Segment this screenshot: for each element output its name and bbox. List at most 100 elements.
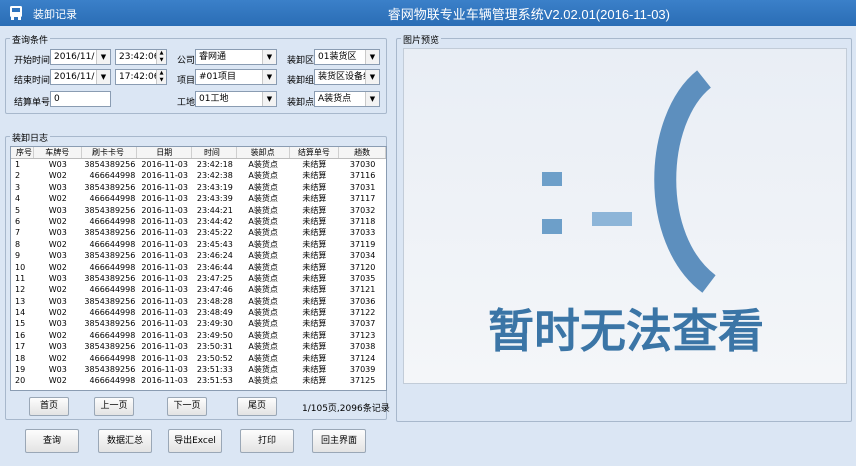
cell-settle: 未结算 xyxy=(302,319,327,329)
table-row[interactable]: 12 W02 466644998 2016-11-03 23:47:46 A装货点 未结算 3… xyxy=(11,284,386,295)
spin-down-icon[interactable]: ▼ xyxy=(157,77,166,84)
query-button[interactable]: 查询 xyxy=(25,429,79,453)
cell-settle: 未结算 xyxy=(302,160,327,169)
team-select[interactable]: 装货区设备组 ▼ xyxy=(314,69,380,85)
export-excel-button[interactable]: 导出Excel xyxy=(168,429,222,453)
table-row[interactable]: 1 W03 3854389256 2016-11-03 23:42:18 A装货点 未结算 3… xyxy=(11,159,386,170)
table-row[interactable]: 10 W02 466644998 2016-11-03 23:46:44 A装货点 未结算 3… xyxy=(11,262,386,273)
point-label: 装卸点 xyxy=(287,98,315,108)
settle-no-input[interactable]: 0 xyxy=(50,91,111,107)
table-row[interactable]: 11 W03 3854389256 2016-11-03 23:47:25 A装货点 未结算… xyxy=(11,273,386,284)
zone-select[interactable]: 01装货区 ▼ xyxy=(314,49,380,65)
point-dropdown-icon[interactable]: ▼ xyxy=(365,92,379,106)
cell-trips: 37036 xyxy=(349,296,376,306)
prev-page-button[interactable]: 上一页 xyxy=(94,397,134,416)
cell-date: 2016-11-03 xyxy=(141,239,188,249)
end-clock-input[interactable]: 17:42:06 ▲ ▼ xyxy=(115,69,167,85)
cell-trips: 37033 xyxy=(349,228,376,238)
zone-dropdown-icon[interactable]: ▼ xyxy=(365,50,379,64)
settle-no-label: 结算单号 xyxy=(14,98,51,108)
cell-plate: W03 xyxy=(48,182,67,192)
last-page-button[interactable]: 尾页 xyxy=(237,397,277,416)
team-dropdown-icon[interactable]: ▼ xyxy=(365,70,379,84)
spin-down-icon[interactable]: ▼ xyxy=(157,57,166,64)
col-header-settle[interactable]: 结算单号 xyxy=(290,147,340,158)
table-row[interactable]: 3 W03 3854389256 2016-11-03 23:43:19 A装货点 未结算 3… xyxy=(11,182,386,193)
table-row[interactable]: 16 W02 466644998 2016-11-03 23:49:50 A装货点 未结算 3… xyxy=(11,330,386,341)
cell-card: 466644998 xyxy=(89,239,136,249)
col-header-plate[interactable]: 车牌号 xyxy=(34,147,82,158)
cell-time: 23:43:39 xyxy=(196,194,233,204)
col-header-point[interactable]: 装卸点 xyxy=(237,147,290,158)
cell-settle: 未结算 xyxy=(302,376,327,386)
cell-card: 3854389256 xyxy=(84,273,136,283)
company-select[interactable]: 睿网通 ▼ xyxy=(195,49,277,65)
cell-seq: 10 xyxy=(15,262,26,272)
first-page-button[interactable]: 首页 xyxy=(29,397,69,416)
table-row[interactable]: 17 W03 3854389256 2016-11-03 23:50:31 A装货点 未结算… xyxy=(11,341,386,352)
cell-seq: 16 xyxy=(15,330,26,340)
home-button[interactable]: 回主界面 xyxy=(312,429,366,453)
cell-settle: 未结算 xyxy=(302,194,327,204)
table-row[interactable]: 18 W02 466644998 2016-11-03 23:50:52 A装货点 未结算 3… xyxy=(11,353,386,364)
start-date-picker[interactable]: 2016/11/ 3 ▼ xyxy=(50,49,111,65)
start-date-dropdown-icon[interactable]: ▼ xyxy=(96,50,110,64)
spin-up-icon[interactable]: ▲ xyxy=(157,70,166,77)
cell-point: A装货点 xyxy=(248,160,278,169)
table-row[interactable]: 9 W03 3854389256 2016-11-03 23:46:24 A装货点 未结算 3… xyxy=(11,250,386,261)
end-date-picker[interactable]: 2016/11/ 4 ▼ xyxy=(50,69,111,85)
table-row[interactable]: 20 W02 466644998 2016-11-03 23:51:53 A装货点 未结算 3… xyxy=(11,375,386,386)
cell-time: 23:46:24 xyxy=(196,251,233,261)
cell-plate: W02 xyxy=(48,285,67,295)
table-row[interactable]: 2 W02 466644998 2016-11-03 23:42:38 A装货点 未结算 37… xyxy=(11,170,386,181)
cell-point: A装货点 xyxy=(248,239,278,249)
image-preview: 暂时无法查看 xyxy=(403,48,847,384)
col-header-date[interactable]: 日期 xyxy=(137,147,193,158)
table-row[interactable]: 15 W03 3854389256 2016-11-03 23:49:30 A装货点 未结算… xyxy=(11,318,386,329)
summary-button[interactable]: 数据汇总 xyxy=(98,429,152,453)
cell-seq: 13 xyxy=(15,296,26,306)
start-time-label: 开始时间 xyxy=(14,56,51,66)
table-row[interactable]: 7 W03 3854389256 2016-11-03 23:45:22 A装货点 未结算 3… xyxy=(11,227,386,238)
table-row[interactable]: 19 W03 3854389256 2016-11-03 23:51:33 A装货点 未结算… xyxy=(11,364,386,375)
spin-up-icon[interactable]: ▲ xyxy=(157,50,166,57)
start-clock-value: 23:42:06 xyxy=(119,52,160,62)
project-dropdown-icon[interactable]: ▼ xyxy=(262,70,276,84)
site-select[interactable]: 01工地 ▼ xyxy=(195,91,277,107)
table-row[interactable]: 5 W03 3854389256 2016-11-03 23:44:21 A装货点 未结算 3… xyxy=(11,205,386,216)
col-header-seq[interactable]: 序号 xyxy=(11,147,34,158)
cell-card: 466644998 xyxy=(89,262,136,272)
project-select[interactable]: #01项目 ▼ xyxy=(195,69,277,85)
cell-date: 2016-11-03 xyxy=(141,251,188,261)
cell-seq: 18 xyxy=(15,353,26,363)
table-row[interactable]: 14 W02 466644998 2016-11-03 23:48:49 A装货点 未结算 3… xyxy=(11,307,386,318)
cell-date: 2016-11-03 xyxy=(141,273,188,283)
point-select[interactable]: A装货点 ▼ xyxy=(314,91,380,107)
table-row[interactable]: 6 W02 466644998 2016-11-03 23:44:42 A装货点 未结算 37… xyxy=(11,216,386,227)
end-date-dropdown-icon[interactable]: ▼ xyxy=(96,70,110,84)
next-page-button[interactable]: 下一页 xyxy=(167,397,207,416)
col-header-trips[interactable]: 趟数 xyxy=(339,147,386,158)
cell-plate: W03 xyxy=(48,296,67,306)
company-dropdown-icon[interactable]: ▼ xyxy=(262,50,276,64)
cell-trips: 37123 xyxy=(349,330,376,340)
cell-trips: 37039 xyxy=(349,365,376,375)
log-table[interactable]: 序号 车牌号 刷卡卡号 日期 时间 装卸点 结算单号 趟数 1 W03 385438… xyxy=(10,146,387,391)
col-header-card[interactable]: 刷卡卡号 xyxy=(82,147,138,158)
print-button[interactable]: 打印 xyxy=(240,429,294,453)
start-clock-input[interactable]: 23:42:06 ▲ ▼ xyxy=(115,49,167,65)
col-header-time[interactable]: 时间 xyxy=(192,147,237,158)
site-dropdown-icon[interactable]: ▼ xyxy=(262,92,276,106)
table-row[interactable]: 4 W02 466644998 2016-11-03 23:43:39 A装货点 未结算 37… xyxy=(11,193,386,204)
cell-settle: 未结算 xyxy=(302,216,327,226)
cell-seq: 9 xyxy=(15,251,21,261)
start-clock-spinner[interactable]: ▲ ▼ xyxy=(156,50,166,64)
cell-date: 2016-11-03 xyxy=(141,342,188,352)
table-row[interactable]: 8 W02 466644998 2016-11-03 23:45:43 A装货点 未结算 37… xyxy=(11,239,386,250)
cell-time: 23:47:25 xyxy=(196,273,233,283)
end-clock-spinner[interactable]: ▲ ▼ xyxy=(156,70,166,84)
cell-date: 2016-11-03 xyxy=(141,285,188,295)
table-row[interactable]: 13 W03 3854389256 2016-11-03 23:48:28 A装货点 未结算… xyxy=(11,296,386,307)
cell-plate: W02 xyxy=(48,171,67,181)
cell-settle: 未结算 xyxy=(302,251,327,261)
